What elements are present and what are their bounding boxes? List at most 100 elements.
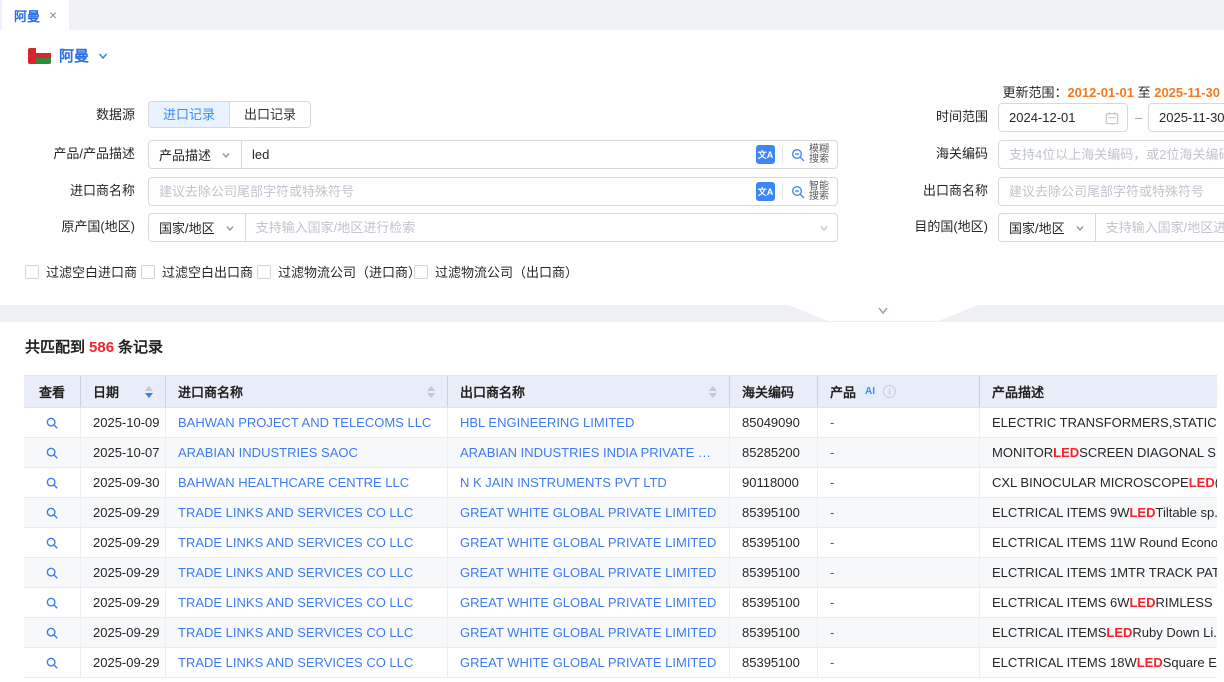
view-record-button[interactable] xyxy=(24,528,81,557)
exporter-label: 出口商名称 xyxy=(858,177,988,205)
time-range-start-input[interactable] xyxy=(999,105,1097,130)
cell-description: ELCTRICAL ITEMS 1MTR TRACK PATT... xyxy=(980,558,1217,587)
cell-hs-code: 85395100 xyxy=(730,618,818,647)
hs-code-label: 海关编码 xyxy=(858,140,988,168)
importer-input[interactable] xyxy=(149,179,748,204)
cell-date: 2025-09-29 xyxy=(81,588,166,617)
view-magnifier-icon xyxy=(45,536,59,550)
view-record-button[interactable] xyxy=(24,498,81,527)
fuzzy-search-button[interactable]: 模糊搜索 xyxy=(790,145,829,165)
description-text: ELCTRICAL ITEMS 6W xyxy=(992,595,1129,610)
collapse-handle[interactable] xyxy=(788,305,978,321)
exporter-link[interactable]: GREAT WHITE GLOBAL PRIVATE LIMITED xyxy=(460,535,716,550)
tab-label: 阿曼 xyxy=(14,6,40,25)
header-hs-code: 海关编码 xyxy=(730,376,818,407)
view-record-button[interactable] xyxy=(24,468,81,497)
header-date[interactable]: 日期 xyxy=(81,376,166,407)
view-record-button[interactable] xyxy=(24,558,81,587)
tab-oman[interactable]: 阿曼 × xyxy=(2,0,69,30)
close-icon[interactable]: × xyxy=(49,8,57,22)
sort-exporter[interactable] xyxy=(709,386,717,398)
time-range-end-input[interactable] xyxy=(1149,105,1224,130)
table-header-row: 查看 日期 进口商名称 出口商名称 海关编码 产品 AI i xyxy=(24,375,1217,408)
cell-product: - xyxy=(818,438,980,467)
view-record-button[interactable] xyxy=(24,588,81,617)
chevron-down-icon xyxy=(225,223,235,233)
info-icon[interactable]: i xyxy=(883,385,896,398)
cell-product: - xyxy=(818,498,980,527)
smart-search-button[interactable]: 智能搜索 xyxy=(790,182,829,202)
importer-link[interactable]: TRADE LINKS AND SERVICES CO LLC xyxy=(178,625,413,640)
match-count: 586 xyxy=(85,339,118,356)
translate-icon[interactable]: 文A xyxy=(756,182,775,201)
exporter-link[interactable]: N K JAIN INSTRUMENTS PVT LTD xyxy=(460,475,667,490)
importer-link[interactable]: TRADE LINKS AND SERVICES CO LLC xyxy=(178,535,413,550)
header-exporter[interactable]: 出口商名称 xyxy=(448,376,730,407)
checkbox-icon xyxy=(25,265,39,279)
importer-link[interactable]: TRADE LINKS AND SERVICES CO LLC xyxy=(178,655,413,670)
data-source-label: 数据源 xyxy=(0,101,135,129)
importer-field-group: 文A 智能搜索 xyxy=(148,177,838,206)
cell-exporter: GREAT WHITE GLOBAL PRIVATE LIMITED xyxy=(448,618,730,647)
exporter-link[interactable]: GREAT WHITE GLOBAL PRIVATE LIMITED xyxy=(460,565,716,580)
tab-export-records[interactable]: 出口记录 xyxy=(229,102,310,127)
sort-date[interactable] xyxy=(145,386,153,398)
view-magnifier-icon xyxy=(45,626,59,640)
destination-input[interactable] xyxy=(1096,215,1224,240)
date-range-separator: – xyxy=(1135,110,1142,125)
view-record-button[interactable] xyxy=(24,618,81,647)
time-range-start-field[interactable] xyxy=(998,103,1128,132)
importer-link[interactable]: BAHWAN HEALTHCARE CENTRE LLC xyxy=(178,475,409,490)
product-input[interactable] xyxy=(242,142,748,167)
country-header[interactable]: 阿曼 xyxy=(28,45,109,66)
cell-date: 2025-09-29 xyxy=(81,498,166,527)
exporter-link[interactable]: GREAT WHITE GLOBAL PRIVATE LIMITED xyxy=(460,625,716,640)
destination-country-select[interactable]: 国家/地区 xyxy=(999,214,1095,241)
importer-link[interactable]: TRADE LINKS AND SERVICES CO LLC xyxy=(178,505,413,520)
tab-bar: 阿曼 × xyxy=(0,0,1224,30)
view-record-button[interactable] xyxy=(24,648,81,677)
cell-importer: TRADE LINKS AND SERVICES CO LLC xyxy=(166,528,448,557)
chevron-down-icon xyxy=(97,50,109,62)
fuzzy-search-label: 模糊搜索 xyxy=(809,145,829,165)
exporter-link[interactable]: ARABIAN INDUSTRIES INDIA PRIVATE LIMIT..… xyxy=(460,445,717,460)
origin-input[interactable] xyxy=(246,215,811,240)
exporter-link[interactable]: GREAT WHITE GLOBAL PRIVATE LIMITED xyxy=(460,655,716,670)
view-magnifier-icon xyxy=(45,476,59,490)
exporter-link[interactable]: GREAT WHITE GLOBAL PRIVATE LIMITED xyxy=(460,595,716,610)
exporter-link[interactable]: GREAT WHITE GLOBAL PRIVATE LIMITED xyxy=(460,505,716,520)
update-range: 更新范围：2012-01-01 至 2025-11-30 xyxy=(1002,82,1220,101)
origin-country-select[interactable]: 国家/地区 xyxy=(149,214,245,241)
tab-import-records[interactable]: 进口记录 xyxy=(149,102,229,127)
product-type-select[interactable]: 产品描述 xyxy=(149,141,241,168)
checkbox-filter-logistics-importer[interactable]: 过滤物流公司（进口商） xyxy=(257,262,421,281)
checkbox-filter-blank-importer[interactable]: 过滤空白进口商 xyxy=(25,262,137,281)
checkbox-filter-logistics-exporter[interactable]: 过滤物流公司（出口商） xyxy=(414,262,578,281)
cell-product: - xyxy=(818,588,980,617)
exporter-input[interactable] xyxy=(999,179,1224,204)
cell-product: - xyxy=(818,618,980,647)
cell-importer: TRADE LINKS AND SERVICES CO LLC xyxy=(166,618,448,647)
keyword-highlight: LED xyxy=(1106,625,1132,640)
description-text: MONITOR xyxy=(992,445,1053,460)
header-importer[interactable]: 进口商名称 xyxy=(166,376,448,407)
view-record-button[interactable] xyxy=(24,438,81,467)
importer-link[interactable]: TRADE LINKS AND SERVICES CO LLC xyxy=(178,565,413,580)
importer-link[interactable]: TRADE LINKS AND SERVICES CO LLC xyxy=(178,595,413,610)
cell-date: 2025-09-30 xyxy=(81,468,166,497)
update-range-end: 2025-11-30 xyxy=(1154,85,1220,100)
cell-product: - xyxy=(818,648,980,677)
importer-label: 进口商名称 xyxy=(0,177,135,205)
exporter-link[interactable]: HBL ENGINEERING LIMITED xyxy=(460,415,634,430)
calendar-icon xyxy=(1105,111,1119,125)
checkbox-filter-blank-exporter[interactable]: 过滤空白出口商 xyxy=(141,262,253,281)
importer-link[interactable]: BAHWAN PROJECT AND TELECOMS LLC xyxy=(178,415,431,430)
view-record-button[interactable] xyxy=(24,408,81,437)
product-field-group: 产品描述 文A 模糊搜索 xyxy=(148,140,838,169)
importer-link[interactable]: ARABIAN INDUSTRIES SAOC xyxy=(178,445,358,460)
translate-icon[interactable]: 文A xyxy=(756,145,775,164)
sort-importer[interactable] xyxy=(427,386,435,398)
description-text: ELCTRICAL ITEMS xyxy=(992,625,1106,640)
time-range-end-field[interactable] xyxy=(1148,103,1224,132)
hs-code-input[interactable] xyxy=(999,142,1224,167)
